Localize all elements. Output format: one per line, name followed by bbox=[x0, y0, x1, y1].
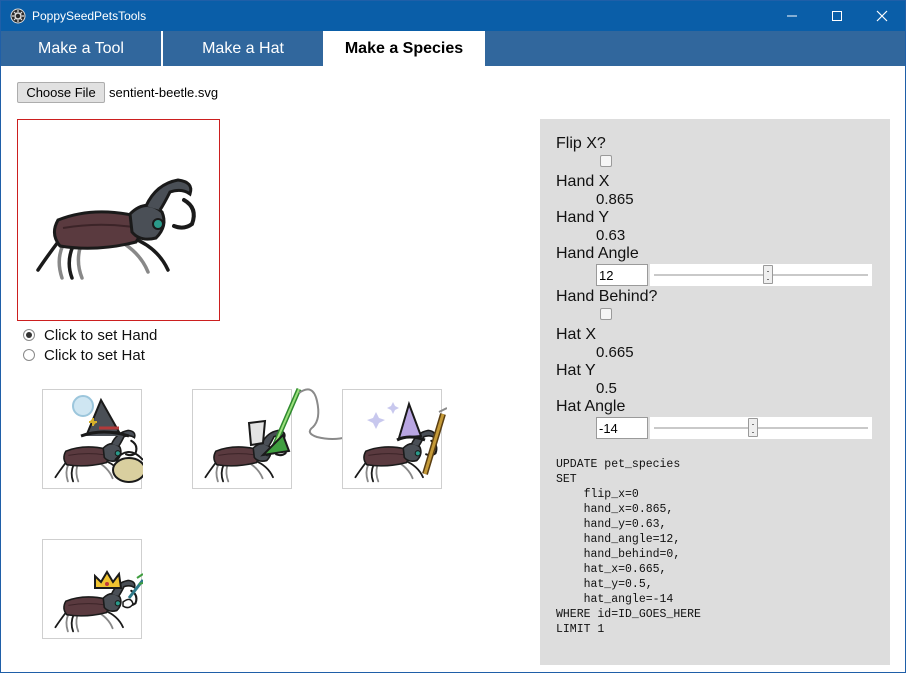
flip-x-label: Flip X? bbox=[556, 135, 606, 152]
sql-line: SET bbox=[556, 473, 577, 486]
beetle-unicorn-hat-image bbox=[354, 400, 448, 483]
hand-x-value: 0.865 bbox=[596, 191, 634, 208]
selected-file-name: sentient-beetle.svg bbox=[109, 85, 219, 100]
window-title: PoppySeedPetsTools bbox=[32, 9, 147, 23]
sql-line: hat_x=0.665, bbox=[583, 563, 667, 576]
beetle-image bbox=[36, 178, 196, 280]
hat-x-label: Hat X bbox=[556, 326, 597, 343]
set-hat-label: Click to set Hat bbox=[44, 346, 145, 364]
hand-angle-input[interactable]: 12 bbox=[596, 264, 648, 286]
app-window: PoppySeedPetsTools Make a Tool Make a Ha… bbox=[0, 0, 906, 673]
title-bar[interactable]: PoppySeedPetsTools bbox=[1, 1, 905, 31]
sql-line: UPDATE pet_species bbox=[556, 458, 681, 471]
sql-line: hat_angle=-14 bbox=[583, 593, 674, 606]
flip-x-checkbox[interactable] bbox=[600, 155, 612, 167]
sql-line: hand_behind=0, bbox=[583, 548, 681, 561]
tab-make-a-tool[interactable]: Make a Tool bbox=[1, 31, 163, 66]
tab-make-a-hat[interactable]: Make a Hat bbox=[163, 31, 323, 66]
slider-handle[interactable] bbox=[763, 265, 773, 284]
hand-y-label: Hand Y bbox=[556, 209, 610, 226]
close-button[interactable] bbox=[859, 1, 905, 31]
tab-make-a-species[interactable]: Make a Species bbox=[323, 31, 485, 66]
hat-x-value: 0.665 bbox=[596, 344, 634, 361]
beetle-bucket-snorkel-image bbox=[204, 388, 353, 483]
maximize-button[interactable] bbox=[814, 1, 860, 31]
slider-track bbox=[654, 427, 868, 429]
gear-icon bbox=[10, 8, 26, 24]
sql-line: WHERE id=ID_GOES_HERE bbox=[556, 608, 701, 621]
hand-x-label: Hand X bbox=[556, 173, 610, 190]
close-icon bbox=[876, 10, 888, 22]
settings-panel: Flip X? Hand X 0.865 Hand Y 0.63 Hand An… bbox=[540, 119, 890, 665]
hand-angle-label: Hand Angle bbox=[556, 245, 639, 262]
preview-witch-hat bbox=[42, 389, 146, 489]
hat-angle-input[interactable]: -14 bbox=[596, 417, 648, 439]
preview-bucket-snorkel bbox=[192, 388, 353, 489]
sql-line: hand_y=0.63, bbox=[583, 518, 667, 531]
hat-angle-slider[interactable] bbox=[650, 417, 872, 439]
hand-behind-checkbox[interactable] bbox=[600, 308, 612, 320]
beetle-crown-image bbox=[54, 570, 148, 633]
hat-y-label: Hat Y bbox=[556, 362, 596, 379]
sql-line: hat_y=0.5, bbox=[583, 578, 653, 591]
slider-handle[interactable] bbox=[748, 418, 758, 437]
preview-unicorn-hat bbox=[342, 389, 448, 489]
beetle-witch-hat-image bbox=[54, 395, 146, 483]
tab-bar: Make a Tool Make a Hat Make a Species bbox=[1, 31, 905, 66]
minimize-button[interactable] bbox=[769, 1, 815, 31]
set-hat-radio[interactable]: Click to set Hat bbox=[23, 346, 145, 364]
hand-behind-label: Hand Behind? bbox=[556, 288, 658, 305]
hat-angle-label: Hat Angle bbox=[556, 398, 626, 415]
sql-line: hand_x=0.865, bbox=[583, 503, 674, 516]
hand-y-value: 0.63 bbox=[596, 227, 626, 244]
preview-crown bbox=[42, 539, 148, 639]
hat-y-value: 0.5 bbox=[596, 380, 617, 397]
set-hand-radio[interactable]: Click to set Hand bbox=[23, 326, 157, 344]
maximize-icon bbox=[832, 11, 842, 21]
slider-track bbox=[654, 274, 868, 276]
species-preview-canvas[interactable] bbox=[17, 119, 220, 321]
sql-line: flip_x=0 bbox=[583, 488, 639, 501]
sql-line: LIMIT 1 bbox=[556, 623, 605, 636]
radio-indicator[interactable] bbox=[23, 349, 35, 361]
sql-line: hand_angle=12, bbox=[583, 533, 681, 546]
radio-indicator[interactable] bbox=[23, 329, 35, 341]
hand-angle-slider[interactable] bbox=[650, 264, 872, 286]
choose-file-button[interactable]: Choose File bbox=[17, 82, 105, 103]
minimize-icon bbox=[787, 15, 797, 17]
sql-output: UPDATE pet_species SET flip_x=0 hand_x=0… bbox=[556, 457, 701, 637]
set-hand-label: Click to set Hand bbox=[44, 326, 158, 344]
